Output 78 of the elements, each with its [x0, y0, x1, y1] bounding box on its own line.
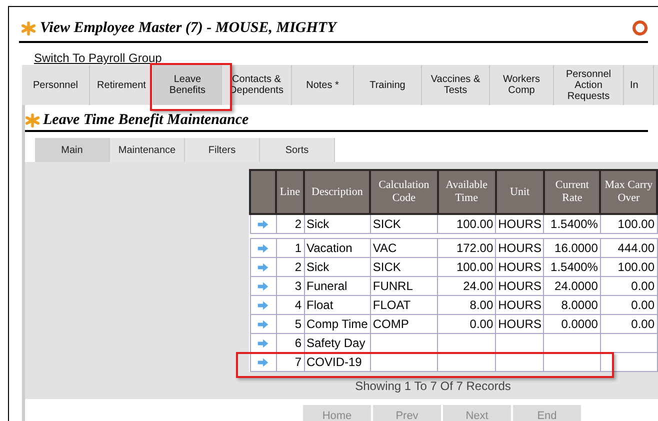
arrow-icon[interactable] — [257, 338, 269, 348]
table-cell: FUNRL — [370, 276, 438, 296]
tab[interactable]: Main — [35, 138, 110, 162]
table-cell — [544, 352, 600, 372]
table-cell: 2 — [276, 214, 304, 234]
table-cell: 1.5400% — [544, 258, 600, 276]
table-cell: 0.00 — [600, 314, 657, 334]
table-cell: 8.00 — [438, 296, 496, 314]
table-cell: 1.5400% — [544, 214, 600, 234]
arrow-icon[interactable] — [257, 358, 269, 366]
table-cell: 444.00 — [600, 238, 657, 258]
tab[interactable]: Sorts — [260, 138, 335, 162]
column-header: Current Rate — [544, 170, 600, 214]
table-cell: SICK — [370, 258, 438, 276]
table-cell: 1 — [276, 238, 304, 258]
table-cell: Sick — [304, 214, 370, 234]
table-cell: SICK — [370, 214, 438, 234]
table-cell: 2 — [276, 258, 304, 276]
table-cell: HOURS — [496, 258, 544, 276]
column-header: Calculation Code — [370, 170, 438, 214]
column-header: Max Carry Over — [600, 170, 657, 214]
table-cell: 24.00 — [438, 276, 496, 296]
table-cell — [370, 352, 438, 372]
table-cell: HOURS — [496, 314, 544, 334]
table-cell: 172.00 — [438, 238, 496, 258]
column-header: Unit — [496, 170, 544, 214]
table-cell: HOURS — [496, 214, 544, 234]
table-cell: Float — [304, 296, 370, 314]
header-cell — [250, 170, 276, 214]
help-icon[interactable] — [632, 20, 648, 36]
section-title: Leave Time Benefit Maintenance — [43, 112, 249, 128]
asterisk-icon — [25, 112, 40, 128]
table-cell: 5 — [276, 314, 304, 334]
table-cell: 0.00 — [600, 276, 657, 296]
table-cell: 100.00 — [600, 258, 657, 276]
tab[interactable]: Maintenance — [110, 138, 185, 162]
arrow-icon[interactable] — [257, 244, 269, 252]
arrow-icon[interactable] — [257, 282, 269, 290]
table-cell: 7 — [276, 352, 304, 372]
table-cell — [600, 352, 657, 372]
switch-link[interactable]: Switch To Payroll Group — [34, 51, 162, 65]
arrow-icon[interactable] — [257, 300, 269, 310]
table-cell: 0.00 — [438, 314, 496, 334]
table-cell: 100.00 — [600, 214, 657, 234]
table-cell: 0.00 — [600, 296, 657, 314]
arrow-icon[interactable] — [257, 220, 269, 228]
table-cell: COVID-19 — [304, 352, 370, 372]
table-cell: COMP — [370, 314, 438, 334]
table-cell: 4 — [276, 296, 304, 314]
tab[interactable]: Filters — [185, 138, 260, 162]
table-cell — [496, 352, 544, 372]
table-cell: HOURS — [496, 276, 544, 296]
table-cell: Funeral — [304, 276, 370, 296]
table-cell: 100.00 — [438, 258, 496, 276]
arrow-icon[interactable] — [257, 320, 269, 328]
table-cell: HOURS — [496, 238, 544, 258]
table-cell: Comp Time — [304, 314, 370, 334]
column-header: Line — [276, 170, 304, 214]
column-header: Description — [304, 170, 370, 214]
asterisk-icon — [21, 20, 36, 36]
tab[interactable]: Leave Benefits — [154, 65, 222, 105]
arrow-icon[interactable] — [257, 262, 269, 272]
table-cell: Safety Day — [304, 334, 370, 352]
table-cell: Vacation — [304, 238, 370, 258]
table-cell: 16.0000 — [544, 238, 600, 258]
table-cell: 24.0000 — [544, 276, 600, 296]
table-cell: VAC — [370, 238, 438, 258]
table-cell: 8.0000 — [544, 296, 600, 314]
table-cell: Sick — [304, 258, 370, 276]
table-cell: 0.0000 — [544, 314, 600, 334]
column-header: Available Time — [438, 170, 496, 214]
table-cell: 3 — [276, 276, 304, 296]
table-cell: FLOAT — [370, 296, 438, 314]
table-cell: 100.00 — [438, 214, 496, 234]
table-cell — [438, 352, 496, 372]
table-cell: HOURS — [496, 296, 544, 314]
window-title: View Employee Master (7) - MOUSE, MIGHTY — [40, 20, 336, 36]
records-count: Showing 1 To 7 Of 7 Records — [354, 379, 512, 393]
